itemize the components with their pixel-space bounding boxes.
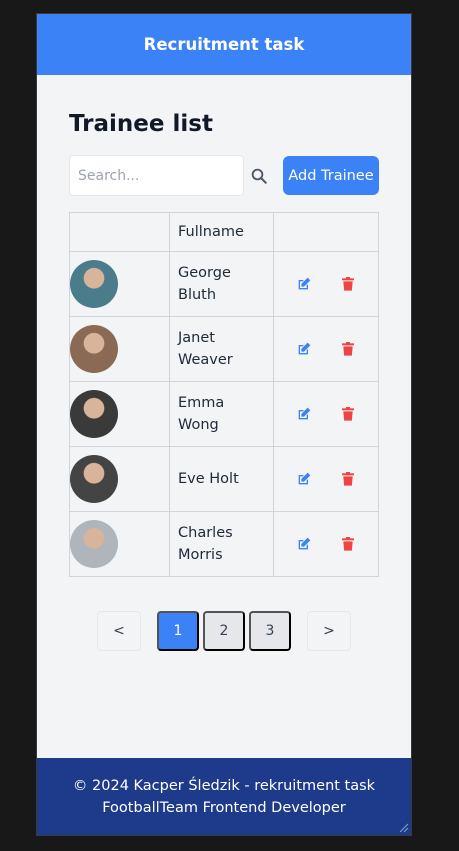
- column-header-fullname-label: Fullname: [178, 224, 244, 240]
- edit-icon[interactable]: [296, 536, 312, 552]
- table-header-row: Fullname: [69, 212, 379, 252]
- trainee-table: Fullname George Bluth Janet Weaver Emma Wo…: [69, 212, 379, 577]
- add-trainee-button[interactable]: Add Trainee: [283, 156, 379, 195]
- pagination: < 1 2 3 >: [37, 611, 411, 651]
- next-page-button[interactable]: >: [307, 611, 351, 651]
- name-cell: Charles Morris: [169, 511, 274, 577]
- trainee-name: George Bluth: [178, 265, 231, 303]
- trash-icon[interactable]: [340, 341, 356, 357]
- trash-icon[interactable]: [340, 471, 356, 487]
- name-cell: Eve Holt: [169, 446, 274, 512]
- avatar: [70, 520, 118, 568]
- table-row: George Bluth: [69, 251, 379, 317]
- resize-grip-icon[interactable]: [397, 821, 409, 833]
- table-row: Janet Weaver: [69, 316, 379, 382]
- edit-icon[interactable]: [296, 406, 312, 422]
- row-actions: [274, 276, 378, 292]
- avatar-cell: [69, 511, 170, 577]
- row-actions: [274, 471, 378, 487]
- trash-icon[interactable]: [340, 406, 356, 422]
- table-row: Emma Wong: [69, 381, 379, 447]
- edit-icon[interactable]: [296, 276, 312, 292]
- edit-icon[interactable]: [296, 341, 312, 357]
- page-title: Trainee list: [69, 111, 213, 137]
- table-row: Eve Holt: [69, 446, 379, 512]
- avatar-cell: [69, 381, 170, 447]
- trainee-name: Janet Weaver: [178, 330, 233, 368]
- row-actions: [274, 341, 378, 357]
- footer-role: FootballTeam Frontend Developer: [102, 800, 346, 816]
- footer-copyright: © 2024 Kacper Śledzik - rekruitment task: [72, 778, 376, 794]
- row-actions: [274, 406, 378, 422]
- column-header-fullname: Fullname: [169, 212, 274, 252]
- search-icon[interactable]: [250, 167, 268, 185]
- edit-icon[interactable]: [296, 471, 312, 487]
- main-content: Trainee list Add Trainee Fullname George…: [37, 75, 411, 758]
- table-row: Charles Morris: [69, 511, 379, 577]
- app-window: Recruitment task Trainee list Add Traine…: [36, 13, 412, 836]
- page-button-2[interactable]: 2: [203, 611, 245, 651]
- trash-icon[interactable]: [340, 276, 356, 292]
- avatar-cell: [69, 316, 170, 382]
- actions-cell: [273, 251, 379, 317]
- column-header-avatar: [69, 212, 170, 252]
- name-cell: Emma Wong: [169, 381, 274, 447]
- prev-page-button[interactable]: <: [97, 611, 141, 651]
- actions-cell: [273, 381, 379, 447]
- actions-cell: [273, 511, 379, 577]
- trainee-name: Emma Wong: [178, 395, 225, 433]
- app-title: Recruitment task: [143, 35, 305, 54]
- name-cell: George Bluth: [169, 251, 274, 317]
- avatar: [70, 260, 118, 308]
- row-actions: [274, 536, 378, 552]
- trainee-name: Eve Holt: [178, 471, 239, 487]
- trainee-name: Charles Morris: [178, 525, 233, 563]
- avatar: [70, 325, 118, 373]
- footer: © 2024 Kacper Śledzik - rekruitment task…: [37, 758, 411, 835]
- trash-icon[interactable]: [340, 536, 356, 552]
- avatar-cell: [69, 251, 170, 317]
- name-cell: Janet Weaver: [169, 316, 274, 382]
- column-header-actions: [273, 212, 379, 252]
- actions-cell: [273, 446, 379, 512]
- header-bar: Recruitment task: [37, 14, 411, 75]
- search-input[interactable]: [69, 155, 244, 196]
- avatar: [70, 455, 118, 503]
- page-button-1[interactable]: 1: [157, 611, 199, 651]
- page-button-3[interactable]: 3: [249, 611, 291, 651]
- avatar: [70, 390, 118, 438]
- avatar-cell: [69, 446, 170, 512]
- actions-cell: [273, 316, 379, 382]
